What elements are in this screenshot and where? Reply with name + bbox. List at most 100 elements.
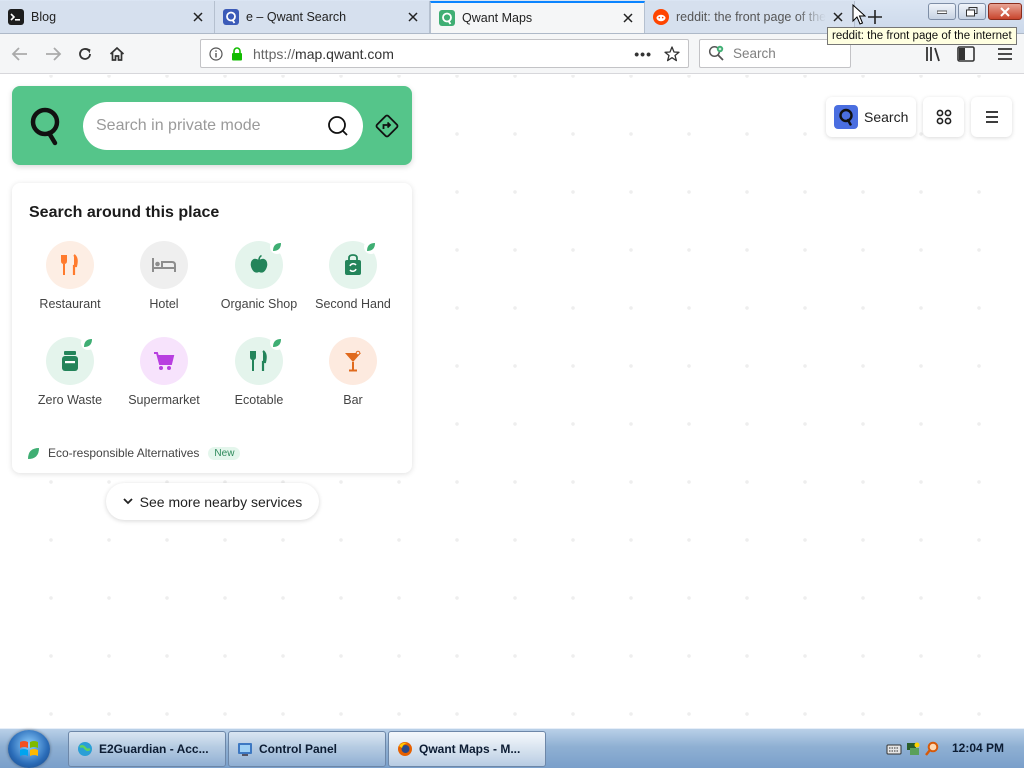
info-icon[interactable]	[209, 46, 223, 61]
sidebar-icon[interactable]	[956, 44, 976, 64]
system-tray	[886, 739, 946, 759]
windows-logo-icon	[20, 741, 38, 756]
restore-button[interactable]	[958, 3, 986, 20]
tab-qwant-maps[interactable]: Qwant Maps	[430, 1, 645, 33]
category-restaurant[interactable]: Restaurant	[23, 241, 117, 329]
category-supermarket[interactable]: Supermarket	[117, 337, 211, 425]
new-badge: New	[208, 446, 241, 460]
lock-icon	[232, 46, 242, 60]
second-hand-icon-circle	[329, 240, 378, 289]
control-panel-icon	[238, 743, 252, 756]
taskbar-clock[interactable]: 12:04 PM	[952, 741, 1004, 755]
qwant-q-icon	[834, 105, 858, 129]
search-icon[interactable]	[327, 115, 349, 137]
category-label: Supermarket	[128, 393, 200, 407]
reload-button[interactable]	[71, 40, 99, 68]
tab-title: reddit: the front page of the internet	[676, 10, 826, 24]
fork-knife-icon	[250, 350, 267, 371]
home-button[interactable]	[103, 40, 131, 68]
leaf-icon	[270, 336, 284, 350]
hamburger-menu-icon	[985, 111, 998, 123]
organic-shop-icon-circle	[235, 240, 284, 289]
windows-taskbar: E2Guardian - Acc... Control Panel Qwant …	[0, 728, 1024, 768]
forward-button[interactable]	[39, 40, 67, 68]
restaurant-icon-circle	[46, 241, 94, 289]
keyboard-icon[interactable]	[886, 742, 902, 756]
address-bar[interactable]: https://map.qwant.com •••	[200, 39, 689, 68]
see-more-services-button[interactable]: See more nearby services	[106, 483, 319, 520]
new-tab-button[interactable]	[864, 6, 886, 28]
hamburger-menu-icon[interactable]	[994, 44, 1016, 64]
category-label: Hotel	[149, 297, 179, 311]
directions-icon[interactable]	[374, 113, 400, 139]
apps-grid-icon	[936, 109, 951, 125]
taskbar-label: Qwant Maps - M...	[419, 742, 521, 756]
home-icon	[109, 46, 125, 61]
chevron-down-icon	[123, 498, 133, 505]
search-tray-icon[interactable]	[924, 741, 940, 757]
search-engine-icon	[708, 45, 724, 61]
taskbar-label: Control Panel	[259, 742, 338, 756]
category-second-hand[interactable]: Second Hand	[306, 240, 400, 329]
eco-alternatives-label: Eco-responsible Alternatives	[48, 446, 200, 460]
tab-blog[interactable]: Blog	[0, 1, 215, 33]
see-more-label: See more nearby services	[139, 493, 303, 510]
minimize-button[interactable]	[928, 3, 956, 20]
terminal-favicon-icon	[8, 9, 24, 25]
category-zero-waste[interactable]: Zero Waste	[23, 336, 117, 425]
recycle-bag-icon	[345, 254, 361, 275]
zero-waste-icon-circle	[46, 336, 95, 385]
taskbar-item-control-panel[interactable]: Control Panel	[228, 731, 386, 767]
eco-alternatives-row[interactable]: Eco-responsible Alternatives New	[27, 446, 241, 460]
apple-icon	[250, 254, 268, 273]
map-canvas[interactable]: Search in private mode Search around thi…	[0, 75, 1024, 728]
url-scheme: https://	[253, 45, 296, 62]
window-close-button[interactable]	[988, 3, 1022, 20]
close-icon[interactable]	[190, 9, 206, 25]
category-label: Zero Waste	[37, 393, 103, 407]
map-search-input[interactable]: Search in private mode	[83, 102, 363, 150]
supermarket-icon-circle	[140, 337, 188, 385]
bar-icon-circle	[329, 337, 377, 385]
url-host: map.qwant.com	[295, 45, 394, 62]
cocktail-icon	[345, 350, 361, 372]
qwant-q-favicon-icon	[223, 9, 239, 25]
ecotable-icon-circle	[235, 336, 284, 385]
apps-button[interactable]	[923, 97, 964, 137]
category-ecotable[interactable]: Ecotable	[212, 336, 306, 425]
map-menu-button[interactable]	[971, 97, 1012, 137]
leaf-icon	[28, 447, 39, 459]
mouse-cursor-icon	[852, 4, 866, 25]
plus-icon	[868, 10, 882, 24]
url-text: https://map.qwant.com	[253, 46, 634, 62]
library-icon[interactable]	[924, 44, 946, 64]
leaf-icon	[270, 240, 284, 254]
page-actions-icon[interactable]: •••	[634, 46, 652, 62]
taskbar-label: E2Guardian - Acc...	[99, 742, 209, 756]
category-hotel[interactable]: Hotel	[117, 241, 211, 329]
qwant-logo-icon	[30, 107, 60, 146]
close-icon[interactable]	[405, 9, 421, 25]
close-icon[interactable]	[620, 10, 636, 26]
category-bar[interactable]: Bar	[306, 337, 400, 425]
category-organic-shop[interactable]: Organic Shop	[212, 240, 306, 329]
search-around-title: Search around this place	[29, 204, 220, 221]
reddit-favicon-icon	[653, 9, 669, 25]
network-icon[interactable]	[905, 741, 921, 757]
jar-icon	[62, 351, 78, 371]
taskbar-item-qwant-maps[interactable]: Qwant Maps - M...	[388, 731, 546, 767]
tab-qwant-search[interactable]: e – Qwant Search	[215, 1, 430, 33]
bookmark-star-icon[interactable]	[664, 45, 680, 62]
taskbar-item-e2guardian[interactable]: E2Guardian - Acc...	[68, 731, 226, 767]
back-button[interactable]	[6, 40, 34, 68]
restore-icon	[966, 6, 978, 16]
reload-icon	[79, 48, 91, 60]
tab-tooltip: reddit: the front page of the internet	[827, 27, 1017, 45]
qwant-search-label: Search	[864, 109, 909, 125]
start-button[interactable]	[8, 730, 50, 768]
qwant-search-button[interactable]: Search	[826, 97, 916, 137]
tab-reddit[interactable]: reddit: the front page of the internet	[645, 1, 855, 33]
search-placeholder: Search	[733, 46, 776, 61]
close-icon[interactable]	[830, 9, 846, 25]
map-search-placeholder: Search in private mode	[96, 117, 261, 134]
